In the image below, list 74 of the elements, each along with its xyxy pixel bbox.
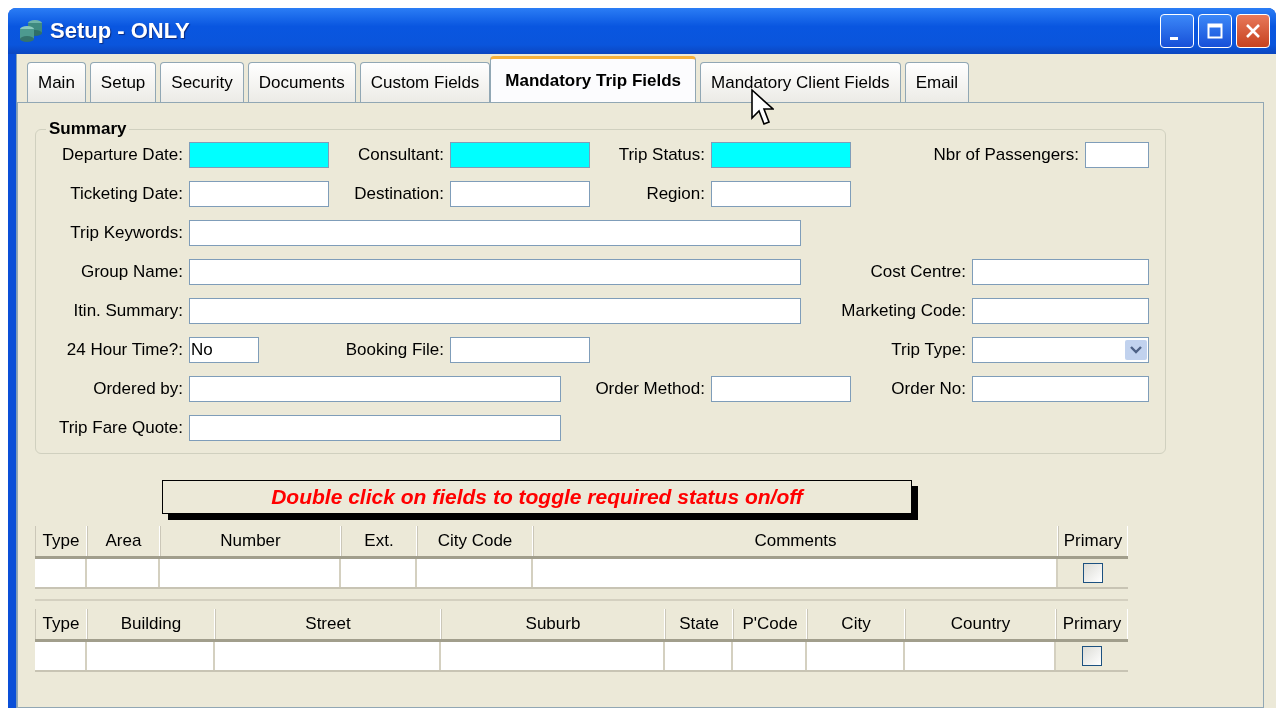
column-header[interactable]: State	[665, 609, 733, 639]
field-label: Region:	[646, 183, 706, 204]
input-field[interactable]	[189, 414, 561, 441]
tab[interactable]: Mandatory Client Fields	[700, 62, 901, 102]
input-field[interactable]	[189, 297, 801, 324]
tab[interactable]: Setup	[89, 62, 157, 102]
tab[interactable]: Main	[27, 62, 86, 102]
field-label: Order Method:	[595, 378, 706, 399]
input-field[interactable]	[189, 258, 801, 285]
minimize-icon	[1170, 36, 1178, 40]
field-label: Trip Status:	[618, 144, 706, 165]
input-field[interactable]	[450, 141, 590, 168]
database-icon	[18, 19, 44, 43]
tab[interactable]: Documents	[247, 62, 356, 102]
column-header[interactable]: Number	[160, 526, 341, 556]
tab[interactable]: Custom Fields	[359, 62, 491, 102]
input-field[interactable]	[972, 258, 1149, 285]
field-label: Trip Type:	[891, 339, 967, 360]
column-header[interactable]: Type	[35, 609, 87, 639]
input-field[interactable]	[189, 219, 801, 246]
column-header[interactable]: P'Code	[733, 609, 807, 639]
minimize-button[interactable]	[1160, 14, 1194, 48]
column-header[interactable]: City Code	[417, 526, 533, 556]
field-label: Marketing Code:	[841, 300, 967, 321]
column-header[interactable]: Area	[87, 526, 160, 556]
column-header[interactable]: Country	[905, 609, 1056, 639]
input-field[interactable]: No	[189, 336, 259, 363]
chevron-down-icon	[1125, 339, 1147, 360]
group-title: Summary	[48, 119, 128, 139]
field-label: Departure Date:	[62, 144, 184, 165]
field-label: Nbr of Passengers:	[933, 144, 1080, 165]
dropdown-field[interactable]	[972, 336, 1149, 363]
column-header[interactable]: Street	[215, 609, 441, 639]
input-field[interactable]	[972, 297, 1149, 324]
checkbox[interactable]	[1082, 646, 1102, 666]
column-header[interactable]: Type	[35, 526, 87, 556]
input-field[interactable]	[450, 336, 590, 363]
column-header[interactable]: Comments	[533, 526, 1058, 556]
field-label: Order No:	[891, 378, 967, 399]
column-header[interactable]: Primary	[1056, 609, 1128, 639]
input-field[interactable]	[450, 180, 590, 207]
maximize-button[interactable]	[1198, 14, 1232, 48]
column-header[interactable]: Building	[87, 609, 215, 639]
column-header[interactable]: Ext.	[341, 526, 417, 556]
tab[interactable]: Email	[904, 62, 970, 102]
field-label: Cost Centre:	[870, 261, 967, 282]
field-label: Trip Fare Quote:	[58, 417, 184, 438]
field-label: Group Name:	[80, 261, 184, 282]
input-field[interactable]	[189, 375, 561, 402]
input-field[interactable]	[711, 180, 851, 207]
field-label: Booking File:	[345, 339, 445, 360]
checkbox[interactable]	[1083, 563, 1103, 583]
input-field[interactable]	[189, 180, 329, 207]
tab[interactable]: Security	[160, 62, 244, 102]
field-label: 24 Hour Time?:	[66, 339, 184, 360]
input-field[interactable]	[189, 141, 329, 168]
field-label: Ticketing Date:	[70, 183, 184, 204]
window-title: Setup - ONLY	[50, 18, 191, 44]
column-header[interactable]: Suburb	[441, 609, 665, 639]
input-field[interactable]	[972, 375, 1149, 402]
input-field[interactable]	[711, 375, 851, 402]
field-label: Ordered by:	[93, 378, 184, 399]
column-header[interactable]: Primary	[1058, 526, 1128, 556]
field-label: Trip Keywords:	[70, 222, 184, 243]
tab[interactable]: Mandatory Trip Fields	[490, 56, 697, 102]
input-field[interactable]	[711, 141, 851, 168]
field-label: Destination:	[354, 183, 445, 204]
close-button[interactable]	[1236, 14, 1270, 48]
field-label: Itin. Summary:	[73, 300, 184, 321]
close-icon	[1245, 23, 1261, 39]
field-label: Consultant:	[358, 144, 445, 165]
input-field[interactable]	[1085, 141, 1149, 168]
column-header[interactable]: City	[807, 609, 905, 639]
maximize-icon	[1207, 23, 1223, 39]
